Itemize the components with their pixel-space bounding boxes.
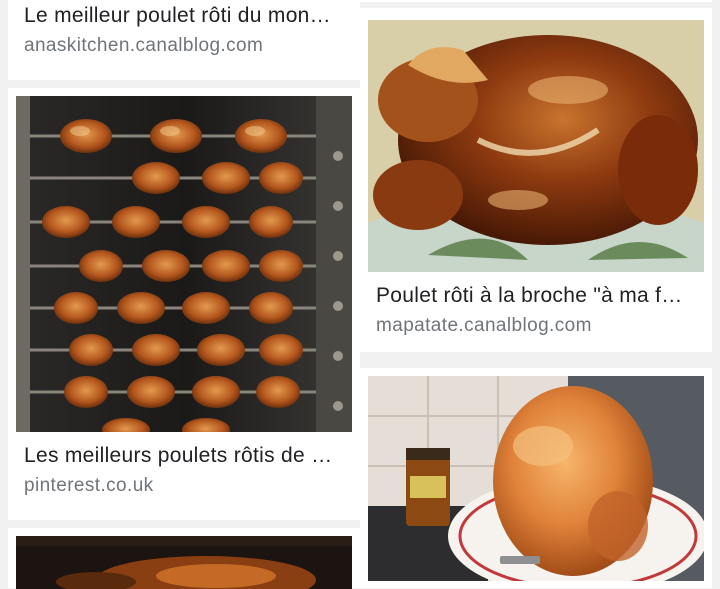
roast-chicken-partial-photo (16, 536, 352, 589)
rotisserie-rack-photo (16, 96, 352, 432)
result-card[interactable]: Poulet rôti à la broche "à ma f… mapatat… (360, 8, 712, 352)
result-source: anaskitchen.canalblog.com (24, 35, 264, 56)
result-card[interactable]: Le meilleur poulet rôti du mon… anaskitc… (8, 0, 360, 80)
result-source: pinterest.co.uk (24, 475, 154, 496)
result-title[interactable]: Les meilleurs poulets rôtis de … (24, 444, 346, 468)
result-title[interactable]: Le meilleur poulet rôti du mon… (24, 4, 346, 28)
seasoned-chicken-on-plate-photo (368, 376, 704, 581)
result-card[interactable] (8, 528, 360, 589)
result-source: mapatate.canalblog.com (376, 315, 592, 336)
result-thumbnail[interactable] (368, 20, 704, 272)
result-thumbnail[interactable] (16, 96, 352, 432)
result-card[interactable]: Les meilleurs poulets rôtis de … pintere… (8, 88, 360, 520)
result-thumbnail[interactable] (368, 376, 704, 581)
spit-roasted-chicken-photo (368, 20, 704, 272)
result-card[interactable] (360, 368, 712, 588)
result-title[interactable]: Poulet rôti à la broche "à ma f… (376, 284, 698, 308)
result-card[interactable] (360, 0, 712, 2)
result-thumbnail[interactable] (16, 536, 352, 589)
